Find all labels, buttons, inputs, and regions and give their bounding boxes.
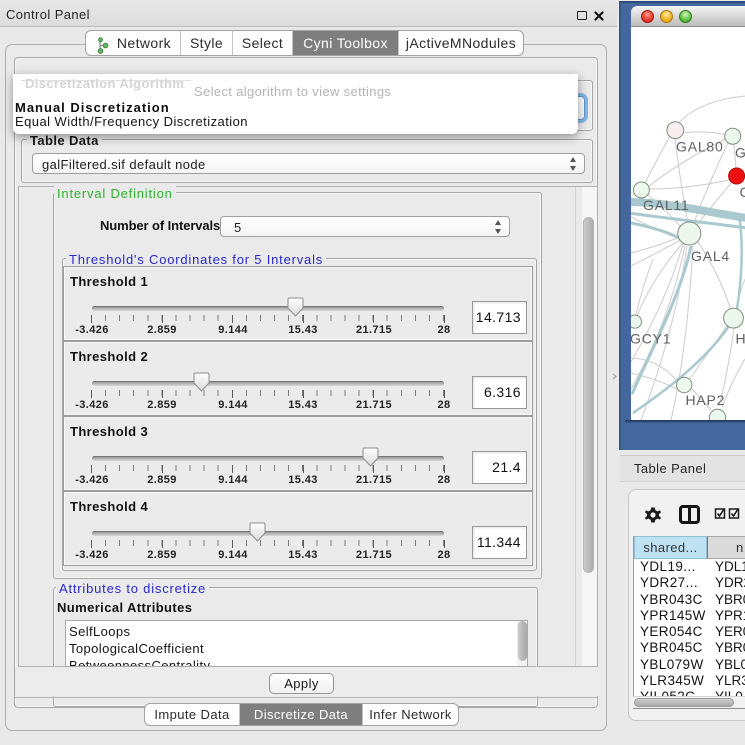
svg-text:GA: GA (735, 145, 745, 161)
svg-text:GAL4: GAL4 (691, 248, 730, 264)
svg-text:GAL80: GAL80 (676, 139, 724, 155)
svg-text:HAP2: HAP2 (686, 392, 726, 408)
svg-text:H: H (736, 331, 745, 347)
svg-text:GAL11: GAL11 (643, 197, 690, 213)
svg-text:GCY1: GCY1 (631, 331, 671, 347)
svg-text:C: C (740, 184, 745, 200)
